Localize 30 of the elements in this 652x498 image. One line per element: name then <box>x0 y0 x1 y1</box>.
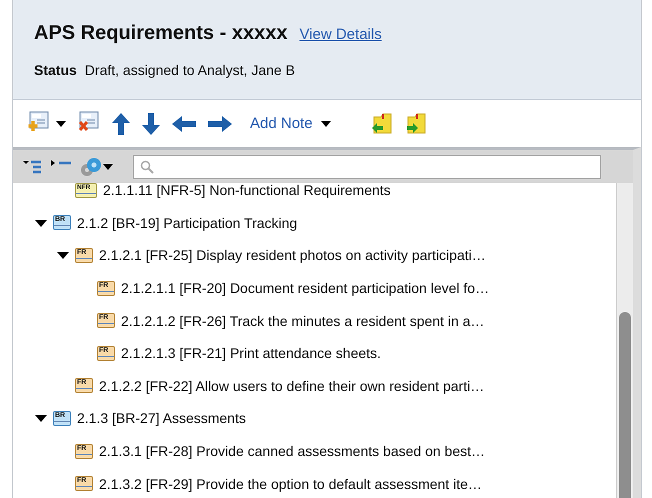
folder-left-arrow-icon[interactable] <box>370 112 393 134</box>
caret-icon <box>320 120 331 126</box>
add-note-button[interactable]: Add Note <box>250 115 331 132</box>
page-title: APS Requirements - xxxxx <box>34 22 288 45</box>
status-value: Draft, assigned to Analyst, Jane B <box>84 62 295 78</box>
tree-item[interactable]: 2.1.3.2 [FR-29] Provide the option to default assessment ite… <box>99 476 482 492</box>
up-arrow-icon[interactable] <box>112 112 130 134</box>
search-field[interactable] <box>133 154 601 178</box>
down-arrow-icon[interactable] <box>142 112 160 134</box>
tree-item[interactable]: 2.1.2.1 [FR-25] Display resident photos on activity participati… <box>99 247 486 264</box>
folder-right-arrow-icon[interactable] <box>404 112 427 134</box>
tree-item[interactable]: 2.1.1.11 [NFR-5] Non-functional Requirements <box>103 183 391 198</box>
tree-item[interactable]: 2.1.2.1.3 [FR-21] Print attendance sheets. <box>121 345 381 362</box>
tree-item[interactable]: 2.1.2.2 [FR-22] Allow users to define their own resident parti… <box>99 378 484 394</box>
status-label: Status <box>34 62 77 78</box>
caret-icon[interactable] <box>56 120 66 126</box>
search-icon <box>140 160 154 174</box>
tree-item[interactable]: 2.1.2 [BR-19] Participation Tracking <box>77 214 298 231</box>
scrollbar-thumb[interactable] <box>619 312 631 498</box>
tree-item[interactable]: 2.1.3 [BR-27] Assessments <box>77 410 246 426</box>
expanded-triangle-icon[interactable] <box>57 249 69 262</box>
tree-item[interactable]: 2.1.3.1 [FR-28] Provide canned assessments based on best… <box>99 443 485 460</box>
tree-item[interactable]: 2.1.2.1.1 [FR-20] Document resident participation level fo… <box>121 280 490 296</box>
caret-icon[interactable] <box>103 164 113 170</box>
left-arrow-icon[interactable] <box>172 116 196 132</box>
scrollbar[interactable] <box>616 183 633 498</box>
tree-item[interactable]: 2.1.2.1.2 [FR-26] Track the minutes a resident spent in a… <box>121 312 484 329</box>
expanded-triangle-icon[interactable] <box>35 412 47 424</box>
right-arrow-icon[interactable] <box>208 116 232 132</box>
view-details-link[interactable]: View Details <box>299 26 382 43</box>
